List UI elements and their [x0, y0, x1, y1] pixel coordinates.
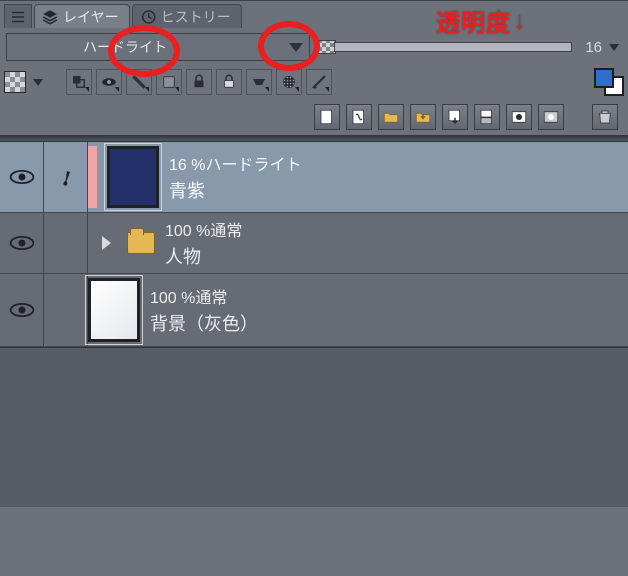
delete-layer-button[interactable] [592, 104, 618, 130]
folder-icon [127, 232, 155, 254]
lock-all-button[interactable] [216, 69, 242, 95]
layer-info-line: 16 %ハードライト [169, 151, 301, 175]
blend-opacity-row: ハードライト 16 [0, 29, 628, 65]
ruler-button[interactable] [126, 69, 152, 95]
panel-tab-row: レイヤー ヒストリー [0, 1, 628, 29]
layer-row[interactable]: 100 %通常 背景（灰色） [0, 274, 628, 347]
layer-effect-button[interactable] [246, 69, 272, 95]
layers-icon [41, 8, 59, 26]
layer-content: 100 %通常 人物 [88, 213, 628, 273]
layer-toolbar-2 [0, 99, 628, 135]
panel-options-icon[interactable] [4, 4, 32, 28]
blend-mode-select[interactable]: ハードライト [6, 33, 310, 61]
new-vector-layer-button[interactable] [346, 104, 372, 130]
layer-color-tag [88, 146, 97, 208]
layer-thumbnail[interactable] [107, 146, 159, 208]
lock-transparent-button[interactable] [186, 69, 212, 95]
opacity-value: 16 [576, 39, 602, 56]
layer-list-empty-area [0, 347, 628, 507]
layer-list: 16 %ハードライト 青紫 100 %通常 人物 [0, 141, 628, 507]
layer-thumbnail[interactable] [88, 278, 140, 342]
chevron-down-icon [289, 43, 303, 52]
brush-icon [52, 163, 80, 191]
layer-visibility-toggle[interactable] [0, 142, 44, 212]
foreground-background-color[interactable] [594, 68, 624, 96]
clip-mask-button[interactable] [66, 69, 92, 95]
tone-button[interactable] [276, 69, 302, 95]
layer-content: 100 %通常 背景（灰色） [88, 274, 628, 346]
eye-icon [8, 234, 36, 252]
layer-toolbar-1 [0, 65, 628, 99]
collect-to-folder-button[interactable] [410, 104, 436, 130]
tab-history[interactable]: ヒストリー [132, 4, 242, 28]
layer-name[interactable]: 背景（灰色） [150, 310, 258, 336]
layer-color-button[interactable] [156, 69, 182, 95]
eye-icon [8, 301, 36, 319]
layer-row[interactable]: 16 %ハードライト 青紫 [0, 142, 628, 213]
folder-expand-icon[interactable] [102, 236, 111, 250]
eye-icon [8, 168, 36, 186]
layer-info-line: 100 %通常 [150, 284, 258, 308]
layer-info-line: 100 %通常 [165, 217, 242, 241]
tab-layers-label: レイヤー [63, 7, 119, 27]
layer-name[interactable]: 人物 [165, 243, 242, 269]
palette-color-swatch[interactable] [4, 71, 26, 93]
layer-visibility-toggle[interactable] [0, 213, 44, 273]
new-raster-layer-button[interactable] [314, 104, 340, 130]
expression-color-button[interactable] [306, 69, 332, 95]
reference-layer-button[interactable] [96, 69, 122, 95]
layer-visibility-toggle[interactable] [0, 274, 44, 346]
layer-mask-button[interactable] [506, 104, 532, 130]
transfer-down-button[interactable] [442, 104, 468, 130]
history-icon [139, 8, 157, 26]
new-folder-button[interactable] [378, 104, 404, 130]
layer-name[interactable]: 青紫 [169, 177, 301, 203]
palette-more-icon[interactable] [30, 69, 46, 95]
tab-layers[interactable]: レイヤー [34, 4, 130, 28]
tab-history-label: ヒストリー [161, 7, 231, 27]
opacity-slider[interactable] [316, 38, 572, 56]
opacity-control: 16 [316, 34, 622, 60]
merge-down-button[interactable] [474, 104, 500, 130]
layer-active-indicator [44, 142, 88, 212]
blend-mode-label: ハードライト [83, 37, 289, 57]
layer-active-indicator [44, 213, 88, 273]
layer-active-indicator [44, 274, 88, 346]
transparency-swatch-icon [316, 40, 336, 54]
apply-mask-button[interactable] [538, 104, 564, 130]
layer-row[interactable]: 100 %通常 人物 [0, 213, 628, 274]
layer-content: 16 %ハードライト 青紫 [88, 142, 628, 212]
opacity-stepper-icon[interactable] [606, 34, 622, 60]
